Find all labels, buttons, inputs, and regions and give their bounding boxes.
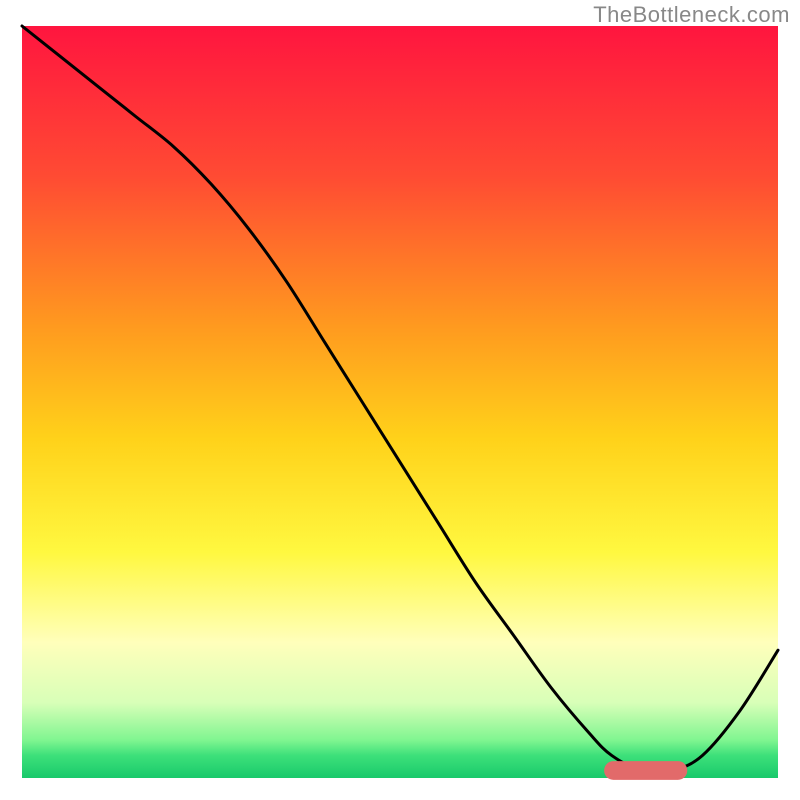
optimal-range — [604, 761, 687, 780]
watermark-text: TheBottleneck.com — [593, 2, 790, 28]
bottleneck-chart — [0, 0, 800, 800]
chart-container: TheBottleneck.com — [0, 0, 800, 800]
chart-background — [22, 26, 778, 778]
